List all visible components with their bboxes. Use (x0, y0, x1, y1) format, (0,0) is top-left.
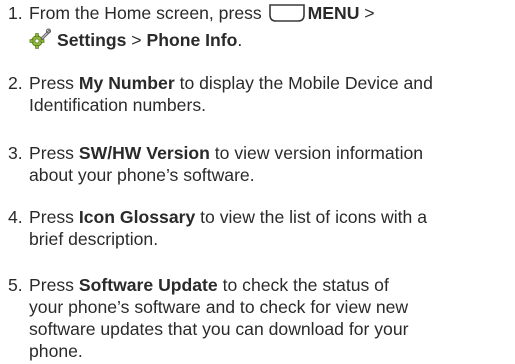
step-line: Settings > Phone Info. (29, 28, 508, 55)
phone-info-label: Phone Info (146, 30, 238, 50)
step-line: Press Software Update to check the statu… (29, 274, 508, 296)
step-text: From the Home screen, press (29, 3, 267, 23)
step-text: . (237, 30, 243, 50)
menu-key-icon (268, 3, 306, 28)
step-line: phone. (29, 341, 83, 361)
step-4: 4. Press Icon Glossary to view the list … (8, 206, 508, 250)
step-5: 5. Press Software Update to check the st… (8, 274, 508, 362)
my-number-label: My Number (78, 73, 175, 93)
step-text: to view the list of icons with a (195, 207, 428, 227)
step-text: Press (29, 275, 79, 295)
settings-gear-icon (29, 28, 51, 55)
step-line: Press Icon Glossary to view the list of … (29, 206, 508, 228)
step-text: > (359, 3, 375, 23)
step-line: Identification numbers. (29, 95, 207, 115)
step-line: your phone’s software and to check for v… (29, 297, 409, 317)
step-line: software updates that you can download f… (29, 319, 409, 339)
step-text: Press (29, 73, 79, 93)
step-text: > (126, 30, 147, 50)
menu-label: MENU (307, 3, 360, 23)
icon-glossary-label: Icon Glossary (78, 207, 196, 227)
instruction-list: 1. From the Home screen, press MENU > Se… (0, 0, 515, 364)
step-line: Press My Number to display the Mobile De… (29, 72, 508, 94)
step-number: 2. (8, 73, 23, 93)
step-line: about your phone’s software. (29, 165, 255, 185)
step-text: to check the status of (217, 275, 389, 295)
step-text: Press (29, 207, 79, 227)
step-number: 1. (8, 3, 23, 23)
step-text: Press (29, 143, 79, 163)
step-line: Press SW/HW Version to view version info… (29, 142, 508, 164)
step-text: to display the Mobile Device and (174, 73, 433, 93)
step-line: brief description. (29, 229, 159, 249)
step-number: 3. (8, 143, 23, 163)
settings-label: Settings (57, 30, 127, 50)
software-update-label: Software Update (78, 275, 218, 295)
step-text: to view version information (209, 143, 424, 163)
step-line: From the Home screen, press MENU > (29, 2, 508, 28)
step-3: 3. Press SW/HW Version to view version i… (8, 142, 508, 186)
step-1: 1. From the Home screen, press MENU > Se… (8, 2, 508, 55)
step-2: 2. Press My Number to display the Mobile… (8, 72, 508, 116)
sw-hw-version-label: SW/HW Version (78, 143, 210, 163)
step-number: 4. (8, 207, 23, 227)
step-number: 5. (8, 275, 23, 295)
